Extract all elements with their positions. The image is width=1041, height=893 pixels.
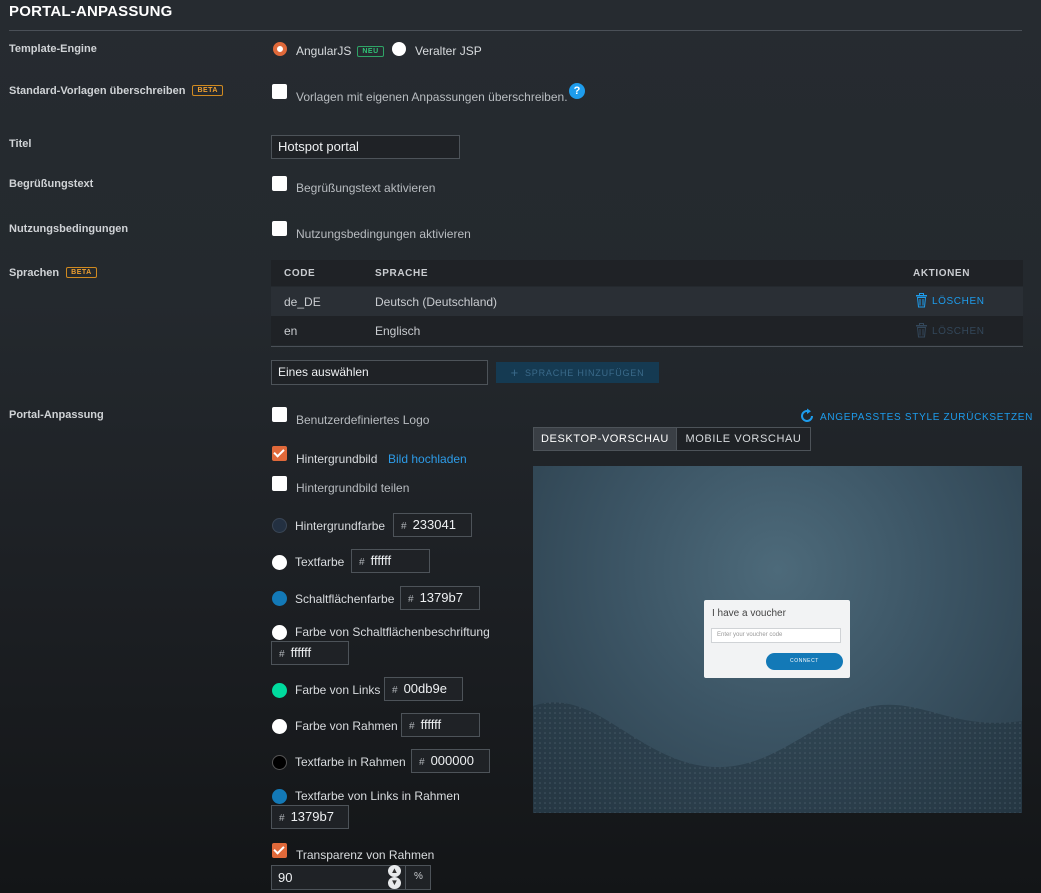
beta-badge: BETA [66,267,97,278]
box-link-color-swatch[interactable] [272,789,287,804]
language-select[interactable]: Eines auswählen [271,360,488,385]
link-color-label: Farbe von Links [295,683,381,697]
button-text-color-swatch[interactable] [272,625,287,640]
delete-language-button[interactable]: LÖSCHEN [915,293,985,308]
link-color-swatch[interactable] [272,683,287,698]
portal-customization-label: Portal-Anpassung [9,409,104,421]
beta-badge: BETA [192,85,223,96]
jsp-label: Veralter JSP [415,44,482,58]
template-engine-label: Template-Engine [9,43,97,55]
box-color-swatch[interactable] [272,719,287,734]
welcome-label: Begrüßungstext [9,178,94,190]
box-text-color-input[interactable]: #000000 [411,749,490,773]
voucher-box: I have a voucher Enter your voucher code… [704,600,850,678]
add-language-button[interactable]: + SPRACHE HINZUFÜGEN [496,362,659,383]
percent-unit: % [414,871,423,882]
text-color-input[interactable]: # ffffff [351,549,430,573]
box-text-color-swatch[interactable] [272,755,287,770]
decrement-icon[interactable]: ▼ [388,877,401,889]
upload-image-link[interactable]: Bild hochladen [388,452,467,466]
box-color-input[interactable]: # ffffff [401,713,480,737]
new-badge: NEU [357,46,384,57]
column-language: SPRACHE [375,268,429,279]
increment-icon[interactable]: ▲ [388,865,401,877]
trash-icon [916,293,927,308]
box-opacity-input[interactable]: 90 [271,865,431,890]
row-code: de_DE [284,295,321,309]
box-link-color-input[interactable]: #1379b7 [271,805,349,829]
text-color-label: Textfarbe [295,555,345,569]
title-input[interactable]: Hotspot portal [271,135,460,159]
table-divider [271,346,1023,347]
tile-background-text: Hintergrundbild teilen [296,481,410,495]
welcome-checkbox[interactable] [272,176,287,191]
background-color-swatch[interactable] [272,518,287,533]
box-link-color-label: Textfarbe von Links in Rahmen [295,789,460,803]
angularjs-label: AngularJS NEU [296,44,384,58]
button-color-label: Schaltflächenfarbe [295,592,395,606]
tab-desktop-preview[interactable]: DESKTOP-VORSCHAU [533,427,677,451]
angularjs-radio[interactable] [273,42,287,56]
column-actions: AKTIONEN [913,268,971,279]
welcome-text: Begrüßungstext aktivieren [296,181,436,195]
button-color-input[interactable]: #1379b7 [400,586,480,610]
header-divider [9,30,1022,31]
tile-background-checkbox[interactable] [272,476,287,491]
text-color-swatch[interactable] [272,555,287,570]
tab-mobile-preview[interactable]: MOBILE VORSCHAU [676,427,811,451]
background-color-input[interactable]: #233041 [393,513,472,537]
title-label: Titel [9,138,32,150]
button-text-color-label: Farbe von Schaltflächenbeschriftung [295,625,490,639]
voucher-heading: I have a voucher [712,608,786,619]
custom-logo-checkbox[interactable] [272,407,287,422]
connect-button[interactable]: CONNECT [766,653,843,670]
override-defaults-label: Standard-Vorlagen überschreiben BETA [9,85,223,97]
voucher-input[interactable]: Enter your voucher code [711,628,841,643]
button-color-swatch[interactable] [272,591,287,606]
button-text-color-input[interactable]: # ffffff [271,641,349,665]
box-text-color-label: Textfarbe in Rahmen [295,755,406,769]
override-defaults-text: Vorlagen mit eigenen Anpassungen übersch… [296,90,568,104]
jsp-radio[interactable] [392,42,406,56]
trash-icon [916,323,927,338]
row-code: en [284,324,298,338]
page-title: PORTAL-ANPASSUNG [9,3,173,20]
background-image-checkbox[interactable] [272,446,287,461]
background-image-text: Hintergrundbild [296,452,378,466]
plus-icon: + [510,365,519,380]
box-opacity-checkbox[interactable] [272,843,287,858]
row-language: Deutsch (Deutschland) [375,295,498,309]
box-color-label: Farbe von Rahmen [295,719,398,733]
terms-text: Nutzungsbedingungen aktivieren [296,227,471,241]
unit-divider [405,866,406,890]
row-language: Englisch [375,324,421,338]
terms-checkbox[interactable] [272,221,287,236]
terms-label: Nutzungsbedingungen [9,223,129,235]
delete-language-button[interactable]: LÖSCHEN [915,323,985,338]
languages-label: Sprachen BETA [9,267,97,279]
portal-preview: I have a voucher Enter your voucher code… [533,466,1022,813]
column-code: CODE [284,268,316,279]
background-color-label: Hintergrundfarbe [295,519,386,533]
override-defaults-checkbox[interactable] [272,84,287,99]
box-opacity-label: Transparenz von Rahmen [296,848,435,862]
link-color-input[interactable]: #00db9e [384,677,463,701]
reset-style-link[interactable]: ANGEPASSTES STYLE ZURÜCKSETZEN [799,408,1033,424]
custom-logo-text: Benutzerdefiniertes Logo [296,413,430,427]
help-icon[interactable]: ? [569,83,585,99]
refresh-icon [801,408,813,422]
